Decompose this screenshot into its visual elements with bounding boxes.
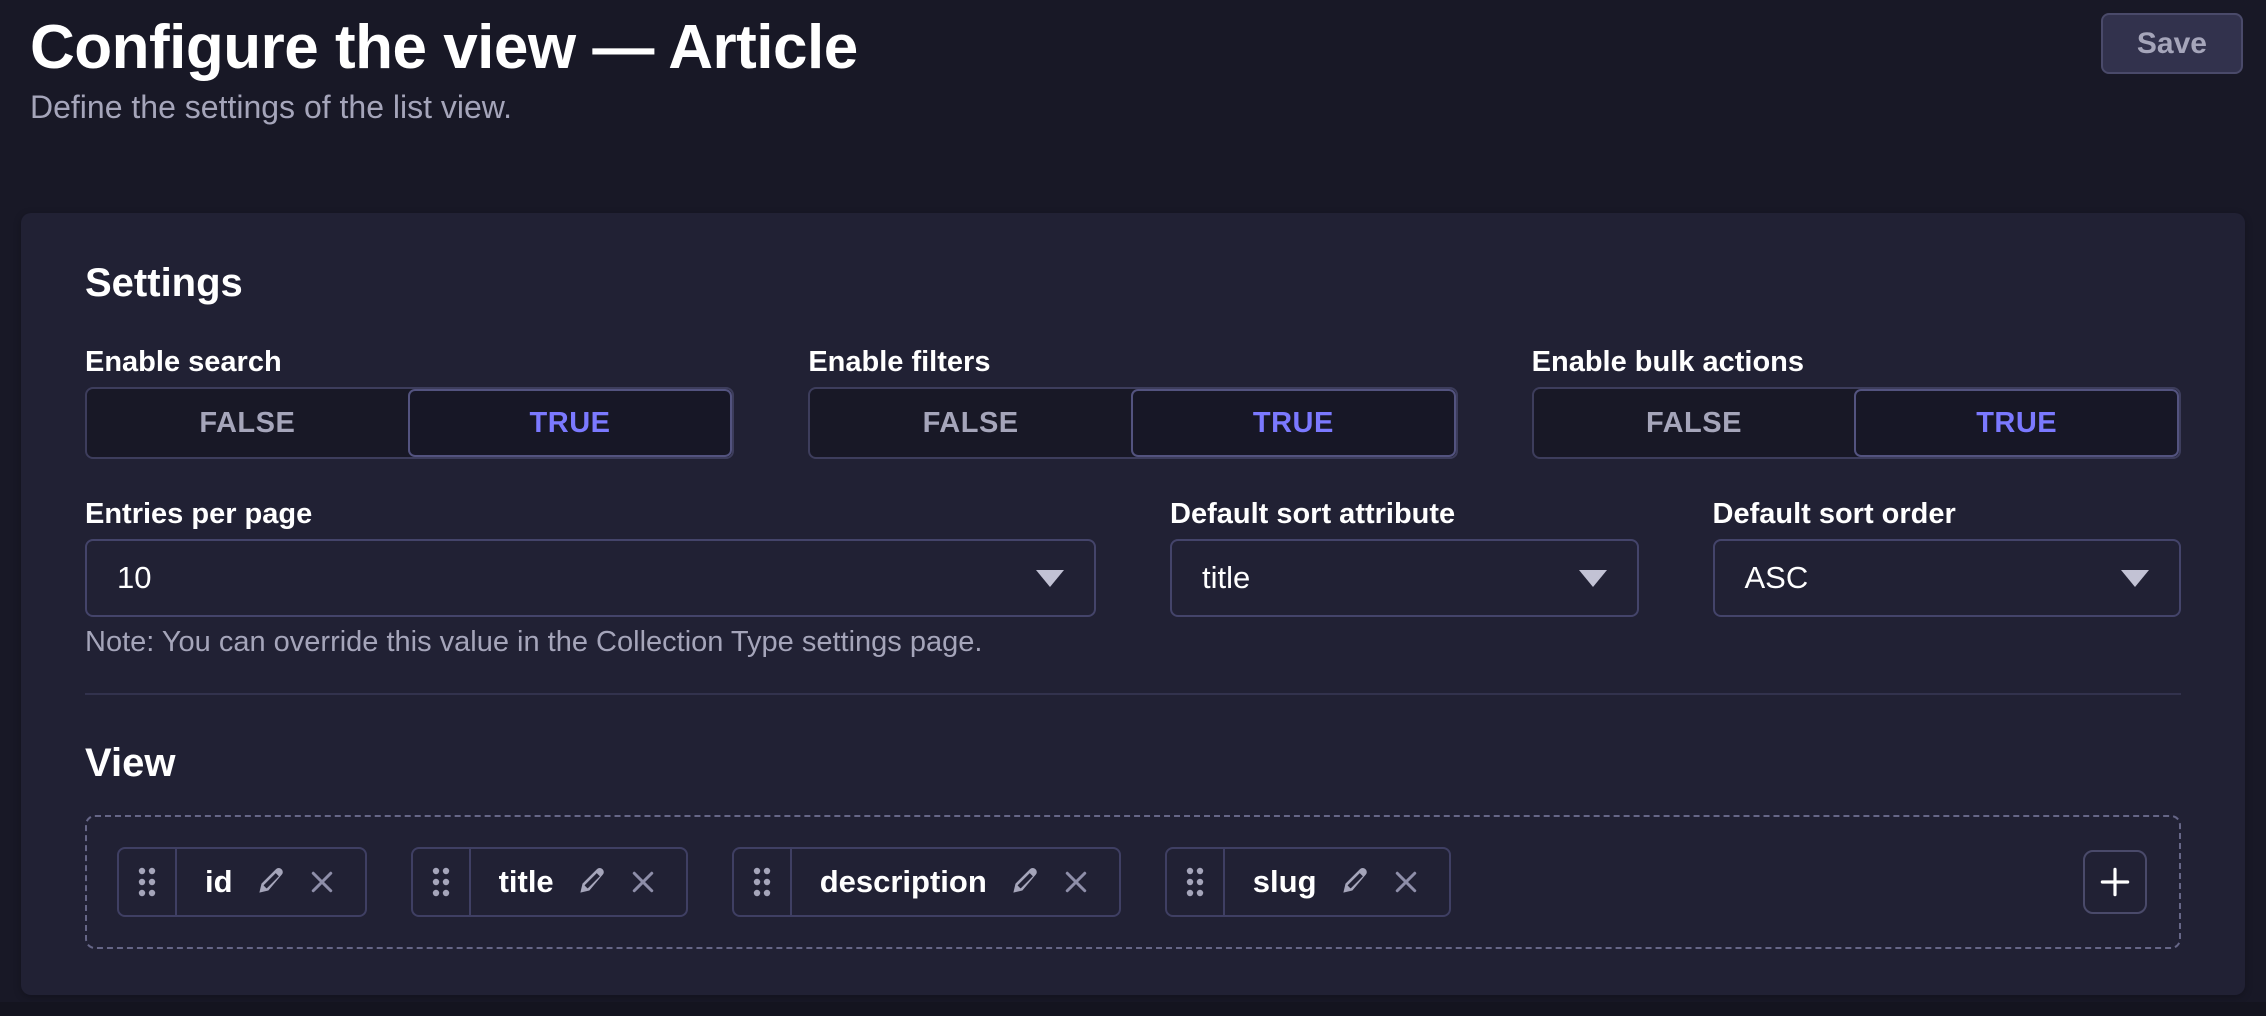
edit-field-icon[interactable]	[576, 867, 606, 897]
save-button[interactable]: Save	[2101, 13, 2243, 74]
drag-handle-icon[interactable]	[734, 849, 792, 915]
chip-body: title	[471, 849, 686, 915]
page-header: Configure the view — Article Define the …	[0, 0, 2266, 213]
enable-filters-true-option[interactable]: TRUE	[1131, 389, 1456, 457]
entries-per-page-value: 10	[117, 560, 1036, 596]
default-sort-order-field: Default sort order ASC	[1713, 497, 2182, 617]
enable-bulk-actions-true-option[interactable]: TRUE	[1854, 389, 2179, 457]
enable-filters-false-option[interactable]: FALSE	[810, 389, 1131, 457]
toggle-row: Enable search FALSE TRUE Enable filters …	[85, 345, 2181, 459]
default-sort-attribute-select[interactable]: title	[1170, 539, 1639, 617]
enable-bulk-actions-field: Enable bulk actions FALSE TRUE	[1532, 345, 2181, 459]
drag-handle-icon[interactable]	[119, 849, 177, 915]
enable-search-true-option[interactable]: TRUE	[408, 389, 733, 457]
enable-filters-field: Enable filters FALSE TRUE	[808, 345, 1457, 459]
configure-view-page: Configure the view — Article Define the …	[0, 0, 2266, 1016]
chip-label: slug	[1253, 864, 1317, 900]
field-chip-title[interactable]: title	[411, 847, 688, 917]
enable-filters-toggle: FALSE TRUE	[808, 387, 1457, 459]
enable-bulk-actions-label: Enable bulk actions	[1532, 345, 2181, 379]
plus-icon	[2096, 863, 2134, 901]
page-title: Configure the view — Article	[30, 12, 2236, 83]
chip-label: id	[205, 864, 233, 900]
edit-field-icon[interactable]	[1339, 867, 1369, 897]
edit-field-icon[interactable]	[255, 867, 285, 897]
default-sort-attribute-label: Default sort attribute	[1170, 497, 1639, 531]
settings-heading: Settings	[85, 261, 2181, 305]
field-chip-slug[interactable]: slug	[1165, 847, 1451, 917]
select-row: Entries per page 10 Default sort attribu…	[85, 497, 2181, 617]
entries-per-page-label: Entries per page	[85, 497, 1096, 531]
chip-body: id	[177, 849, 365, 915]
settings-panel: Settings Enable search FALSE TRUE Enable…	[21, 213, 2245, 995]
enable-bulk-actions-toggle: FALSE TRUE	[1532, 387, 2181, 459]
chevron-down-icon	[1579, 570, 1607, 587]
default-sort-order-select[interactable]: ASC	[1713, 539, 2182, 617]
bottom-edge	[0, 1002, 2266, 1016]
drag-handle-icon[interactable]	[413, 849, 471, 915]
entries-per-page-note: Note: You can override this value in the…	[85, 625, 2181, 659]
field-chip-description[interactable]: description	[732, 847, 1121, 917]
field-chip-id[interactable]: id	[117, 847, 367, 917]
entries-per-page-field: Entries per page 10	[85, 497, 1096, 617]
enable-bulk-actions-false-option[interactable]: FALSE	[1534, 389, 1855, 457]
chip-label: description	[820, 864, 987, 900]
section-divider	[85, 693, 2181, 695]
default-sort-order-label: Default sort order	[1713, 497, 2182, 531]
remove-field-icon[interactable]	[1061, 867, 1091, 897]
add-field-button[interactable]	[2083, 850, 2147, 914]
drag-handle-icon[interactable]	[1167, 849, 1225, 915]
default-sort-attribute-field: Default sort attribute title	[1170, 497, 1639, 617]
field-drop-zone: id title	[85, 815, 2181, 949]
chip-body: slug	[1225, 849, 1449, 915]
remove-field-icon[interactable]	[1391, 867, 1421, 897]
enable-search-label: Enable search	[85, 345, 734, 379]
page-subtitle: Define the settings of the list view.	[30, 89, 2236, 126]
remove-field-icon[interactable]	[628, 867, 658, 897]
edit-field-icon[interactable]	[1009, 867, 1039, 897]
chevron-down-icon	[1036, 570, 1064, 587]
remove-field-icon[interactable]	[307, 867, 337, 897]
enable-search-false-option[interactable]: FALSE	[87, 389, 408, 457]
chevron-down-icon	[2121, 570, 2149, 587]
enable-filters-label: Enable filters	[808, 345, 1457, 379]
entries-per-page-select[interactable]: 10	[85, 539, 1096, 617]
default-sort-order-value: ASC	[1745, 560, 2122, 596]
view-heading: View	[85, 741, 2181, 785]
chip-body: description	[792, 849, 1119, 915]
default-sort-attribute-value: title	[1202, 560, 1579, 596]
chip-label: title	[499, 864, 554, 900]
enable-search-field: Enable search FALSE TRUE	[85, 345, 734, 459]
enable-search-toggle: FALSE TRUE	[85, 387, 734, 459]
